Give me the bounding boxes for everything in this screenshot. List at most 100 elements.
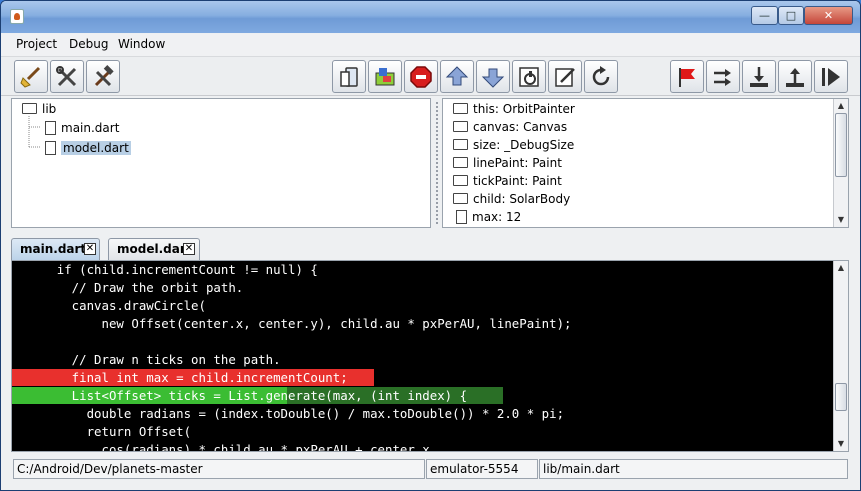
tab-label: main.dart (20, 242, 87, 256)
menu-debug[interactable]: Debug (69, 37, 108, 51)
build-settings-button[interactable] (50, 60, 84, 93)
tab-label: model.dart (117, 242, 192, 256)
reload-button[interactable] (584, 60, 618, 93)
variable-label: this: OrbitPainter (473, 102, 575, 116)
project-tree: lib main.dart model.dart (11, 98, 431, 228)
flag-icon (679, 68, 695, 87)
breakpoint-button[interactable] (670, 60, 704, 93)
status-current-file: lib/main.dart (539, 459, 848, 479)
resume-button[interactable] (814, 60, 848, 93)
folder-icon (453, 157, 468, 168)
coverage-button[interactable] (512, 60, 546, 93)
folder-icon (22, 103, 37, 114)
variable-row[interactable]: canvas: Canvas (453, 118, 567, 136)
scroll-down-icon[interactable]: ▼ (836, 215, 846, 225)
code-line: double radians = (index.toDouble() / max… (12, 406, 565, 421)
android-button[interactable] (368, 60, 402, 93)
tools-icon (56, 66, 77, 87)
scroll-up-icon[interactable]: ▲ (836, 101, 846, 111)
folder-icon (453, 139, 468, 150)
folder-icon (453, 193, 468, 204)
stop-icon (410, 66, 432, 88)
menu-project[interactable]: Project (16, 37, 57, 51)
folder-icon (453, 121, 468, 132)
clean-button[interactable] (14, 60, 48, 93)
scroll-up-icon[interactable]: ▲ (836, 263, 846, 273)
device-icon (340, 67, 358, 87)
hammer-wrench-icon (94, 65, 114, 87)
edit-icon (555, 68, 575, 87)
step-over-icon (714, 69, 731, 86)
android-icon (375, 68, 395, 86)
tree-file-model[interactable]: model.dart (45, 139, 131, 157)
edit-button[interactable] (548, 60, 582, 93)
status-bar: C:/Android/Dev/planets-master emulator-5… (1, 456, 860, 490)
coverage-icon (519, 67, 539, 87)
title-bar[interactable]: — □ ✕ (1, 1, 860, 33)
menu-bar: Project Debug Window (1, 34, 860, 56)
variable-row[interactable]: max: 12 (456, 208, 521, 226)
variable-label: size: _DebugSize (473, 138, 575, 152)
stop-button[interactable] (404, 60, 438, 93)
step-up-icon (445, 66, 469, 86)
code-editor[interactable]: if (child.incrementCount != null) { // D… (11, 260, 849, 452)
scroll-thumb[interactable] (835, 113, 847, 177)
editor-scrollbar[interactable]: ▲ ▼ (833, 261, 848, 451)
code-line: List<Offset> ticks = List.generate(max, … (12, 388, 468, 403)
variable-row[interactable]: linePaint: Paint (453, 154, 562, 172)
status-project-path: C:/Android/Dev/planets-master (13, 459, 425, 479)
status-device: emulator-5554 (426, 459, 538, 479)
build-button[interactable] (86, 60, 120, 93)
close-button[interactable]: ✕ (804, 6, 853, 25)
minimize-button[interactable]: — (751, 6, 778, 25)
code-line: return Offset( (12, 424, 192, 439)
app-window: — □ ✕ Project Debug Window lib main.dart… (0, 0, 861, 491)
code-line: final int max = child.incrementCount; (12, 370, 348, 385)
code-line: new Offset(center.x, center.y), child.au… (12, 316, 572, 331)
variable-row[interactable]: size: _DebugSize (453, 136, 574, 154)
tree-file-label: main.dart (61, 121, 120, 135)
variable-label: canvas: Canvas (473, 120, 568, 134)
step-into-icon (750, 67, 768, 87)
tab-main-dart[interactable]: main.dart ✕ (11, 238, 100, 260)
scroll-thumb[interactable] (835, 383, 847, 411)
code-line: cos(radians) * child.au * pxPerAU + cent… (12, 442, 438, 452)
device-button[interactable] (332, 60, 366, 93)
code-line: // Draw n ticks on the path. (12, 352, 281, 367)
folder-icon (453, 103, 468, 114)
close-tab-icon[interactable]: ✕ (84, 243, 96, 255)
step-down-icon (481, 68, 505, 88)
step-up-button[interactable] (440, 60, 474, 93)
maximize-button[interactable]: □ (778, 6, 804, 25)
code-line: // Draw the orbit path. (12, 280, 244, 295)
variables-panel: this: OrbitPainter canvas: Canvas size: … (442, 98, 849, 228)
variable-row[interactable]: this: OrbitPainter (453, 100, 575, 118)
step-out-button[interactable] (778, 60, 812, 93)
tree-folder-label: lib (42, 102, 57, 116)
scroll-down-icon[interactable]: ▼ (836, 439, 846, 449)
file-icon (45, 140, 56, 155)
tab-model-dart[interactable]: model.dart ✕ (108, 238, 200, 260)
close-tab-icon[interactable]: ✕ (183, 243, 195, 255)
step-down-button[interactable] (476, 60, 510, 93)
menu-window[interactable]: Window (118, 37, 165, 51)
step-over-button[interactable] (706, 60, 740, 93)
step-into-button[interactable] (742, 60, 776, 93)
variable-label: child: SolarBody (473, 192, 571, 206)
variables-scrollbar[interactable]: ▲ ▼ (833, 99, 848, 227)
variable-row[interactable]: child: SolarBody (453, 190, 570, 208)
code-line: canvas.drawCircle( (12, 298, 206, 313)
tree-file-label: model.dart (61, 141, 131, 155)
folder-icon (453, 175, 468, 186)
tree-lines (28, 116, 41, 148)
variable-label: max: 12 (472, 210, 522, 224)
resume-icon (822, 68, 840, 86)
code-line: if (child.incrementCount != null) { (12, 262, 318, 277)
variable-label: tickPaint: Paint (473, 174, 562, 188)
variable-row[interactable]: tickPaint: Paint (453, 172, 562, 190)
file-icon (45, 120, 56, 135)
splitter-handle[interactable] (435, 101, 439, 225)
tree-file-main[interactable]: main.dart (45, 119, 119, 137)
java-app-icon (10, 9, 24, 24)
broom-icon (20, 66, 41, 88)
